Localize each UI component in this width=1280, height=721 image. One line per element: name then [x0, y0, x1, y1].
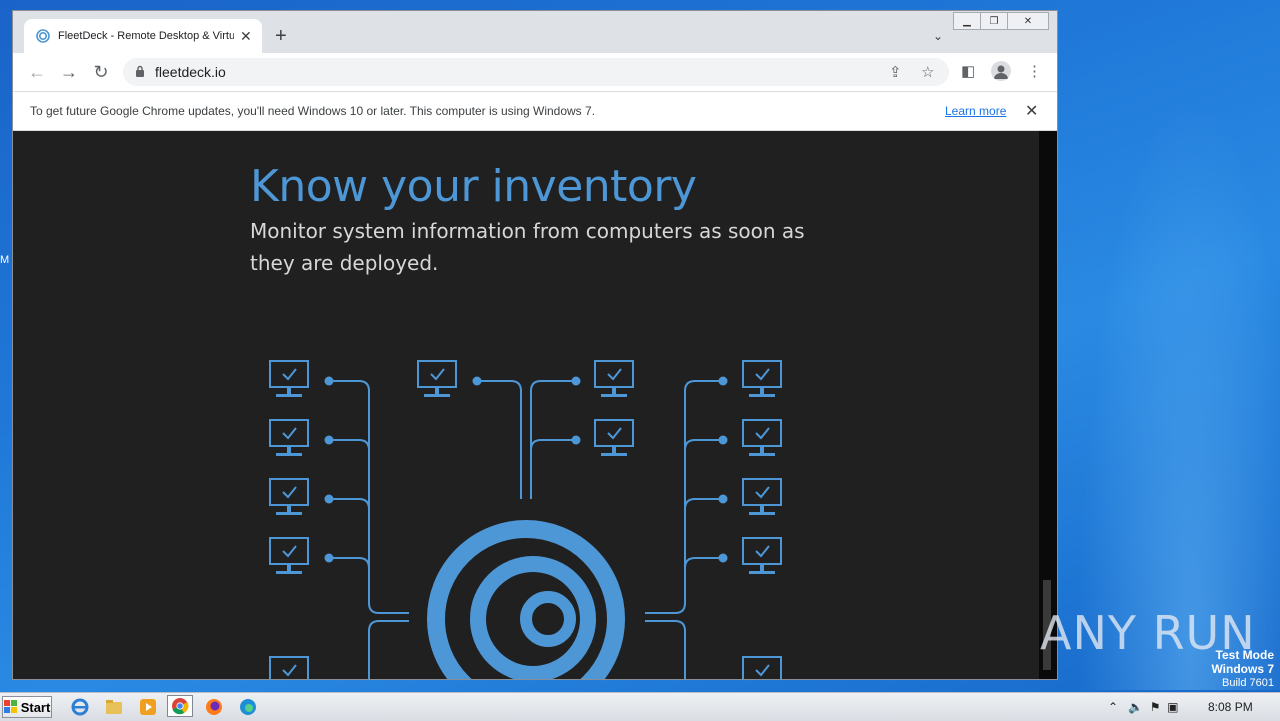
internet-explorer-icon[interactable] — [70, 697, 90, 717]
computer-monitor-icon — [742, 419, 782, 456]
tray-expand-icon[interactable]: ⌃ — [1108, 700, 1118, 714]
connector-line — [684, 498, 723, 601]
taskbar: Start ⌃ 🔈 ⚑ ▣ 8:08 PM — [0, 692, 1280, 721]
connector-line — [329, 380, 370, 601]
fleetdeck-logo-inner-ring — [520, 591, 576, 647]
connector-line — [329, 498, 370, 601]
connector-line — [684, 439, 723, 601]
url-text[interactable]: fleetdeck.io — [155, 64, 226, 80]
volume-icon[interactable]: 🔈 — [1128, 700, 1143, 714]
firefox-icon[interactable] — [204, 697, 224, 717]
profile-icon — [994, 65, 1008, 79]
new-tab-button[interactable]: + — [275, 25, 287, 48]
computer-monitor-icon — [742, 360, 782, 397]
computer-monitor-icon — [269, 419, 309, 456]
reload-button[interactable]: ↻ — [91, 62, 111, 83]
computer-monitor-icon — [594, 419, 634, 456]
infobar-close-icon[interactable]: ✕ — [1025, 101, 1038, 121]
start-label: Start — [20, 699, 51, 715]
browser-tab[interactable]: FleetDeck - Remote Desktop & Virtual Ter… — [24, 19, 262, 53]
profile-avatar[interactable] — [991, 61, 1011, 81]
desktop-edge-letter: M — [0, 254, 10, 266]
page-content: Know your inventory Monitor system infor… — [13, 131, 1039, 679]
test-mode-line1: Test Mode — [1215, 648, 1274, 662]
connector-line — [329, 557, 370, 601]
computer-monitor-icon — [742, 537, 782, 574]
forward-button[interactable]: → — [59, 62, 79, 83]
action-center-flag-icon[interactable]: ⚑ — [1150, 700, 1161, 714]
computer-monitor-icon — [594, 360, 634, 397]
address-bar[interactable]: fleetdeck.io ⇪ ☆ — [123, 58, 949, 86]
update-infobar: To get future Google Chrome updates, you… — [13, 91, 1057, 131]
media-player-icon[interactable] — [138, 697, 158, 717]
infobar-message: To get future Google Chrome updates, you… — [30, 104, 596, 118]
learn-more-link[interactable]: Learn more — [945, 104, 1006, 118]
share-icon[interactable]: ⇪ — [889, 63, 902, 81]
connector-line — [684, 380, 723, 601]
side-panel-icon[interactable]: ◧ — [961, 62, 975, 80]
computer-monitor-icon — [742, 478, 782, 515]
browser-toolbar: ← → ↻ fleetdeck.io ⇪ ☆ ◧ ⋮ — [13, 53, 1057, 91]
restore-button[interactable]: ❐ — [980, 12, 1008, 30]
bookmark-star-icon[interactable]: ☆ — [921, 63, 934, 81]
chrome-icon — [172, 698, 189, 715]
edge-icon[interactable] — [238, 697, 258, 717]
lock-icon — [136, 65, 144, 77]
connector-line — [530, 439, 576, 451]
back-button[interactable]: ← — [27, 62, 47, 83]
taskbar-clock[interactable]: 8:08 PM — [1208, 700, 1253, 714]
windows-logo-icon — [3, 700, 17, 713]
minimize-button[interactable]: ▁ — [953, 12, 981, 30]
computer-monitor-icon — [269, 478, 309, 515]
browser-window: ▁ ❐ ✕ FleetDeck - Remote Desktop & Virtu… — [12, 10, 1058, 680]
computer-monitor-icon — [269, 360, 309, 397]
desktop-light-glow — [1058, 0, 1280, 690]
computer-monitor-icon — [742, 656, 782, 679]
close-window-button[interactable]: ✕ — [1007, 12, 1049, 30]
file-explorer-icon[interactable] — [104, 697, 124, 717]
menu-kebab-icon[interactable]: ⋮ — [1027, 62, 1042, 80]
start-button[interactable]: Start — [2, 696, 52, 718]
test-mode-line2: Windows 7 — [1211, 662, 1274, 676]
connector-line — [368, 391, 409, 614]
fleetdeck-favicon-icon — [36, 29, 50, 43]
window-controls: ▁ ❐ ✕ — [953, 12, 1049, 30]
test-mode-line3: Build 7601 — [1222, 677, 1274, 689]
test-mode-notice: Test Mode Windows 7 Build 7601 — [1211, 648, 1274, 690]
inventory-diagram — [269, 360, 782, 679]
connector-line — [645, 391, 686, 614]
tab-title: FleetDeck - Remote Desktop & Virtual Ter… — [58, 30, 234, 42]
chrome-taskbar-button[interactable] — [167, 695, 193, 717]
computer-monitor-icon — [269, 656, 309, 679]
computer-monitor-icon — [417, 360, 457, 397]
connector-line — [477, 380, 522, 499]
connector-line — [368, 620, 409, 679]
tab-close-icon[interactable]: ✕ — [240, 28, 252, 45]
connector-line — [684, 557, 723, 601]
connector-line — [645, 620, 686, 679]
tab-search-chevron-icon[interactable]: ⌄ — [933, 29, 943, 43]
system-tray: ⌃ 🔈 ⚑ ▣ — [1108, 700, 1178, 714]
network-icon[interactable]: ▣ — [1167, 700, 1178, 714]
computer-monitor-icon — [269, 537, 309, 574]
connector-line — [329, 439, 370, 601]
